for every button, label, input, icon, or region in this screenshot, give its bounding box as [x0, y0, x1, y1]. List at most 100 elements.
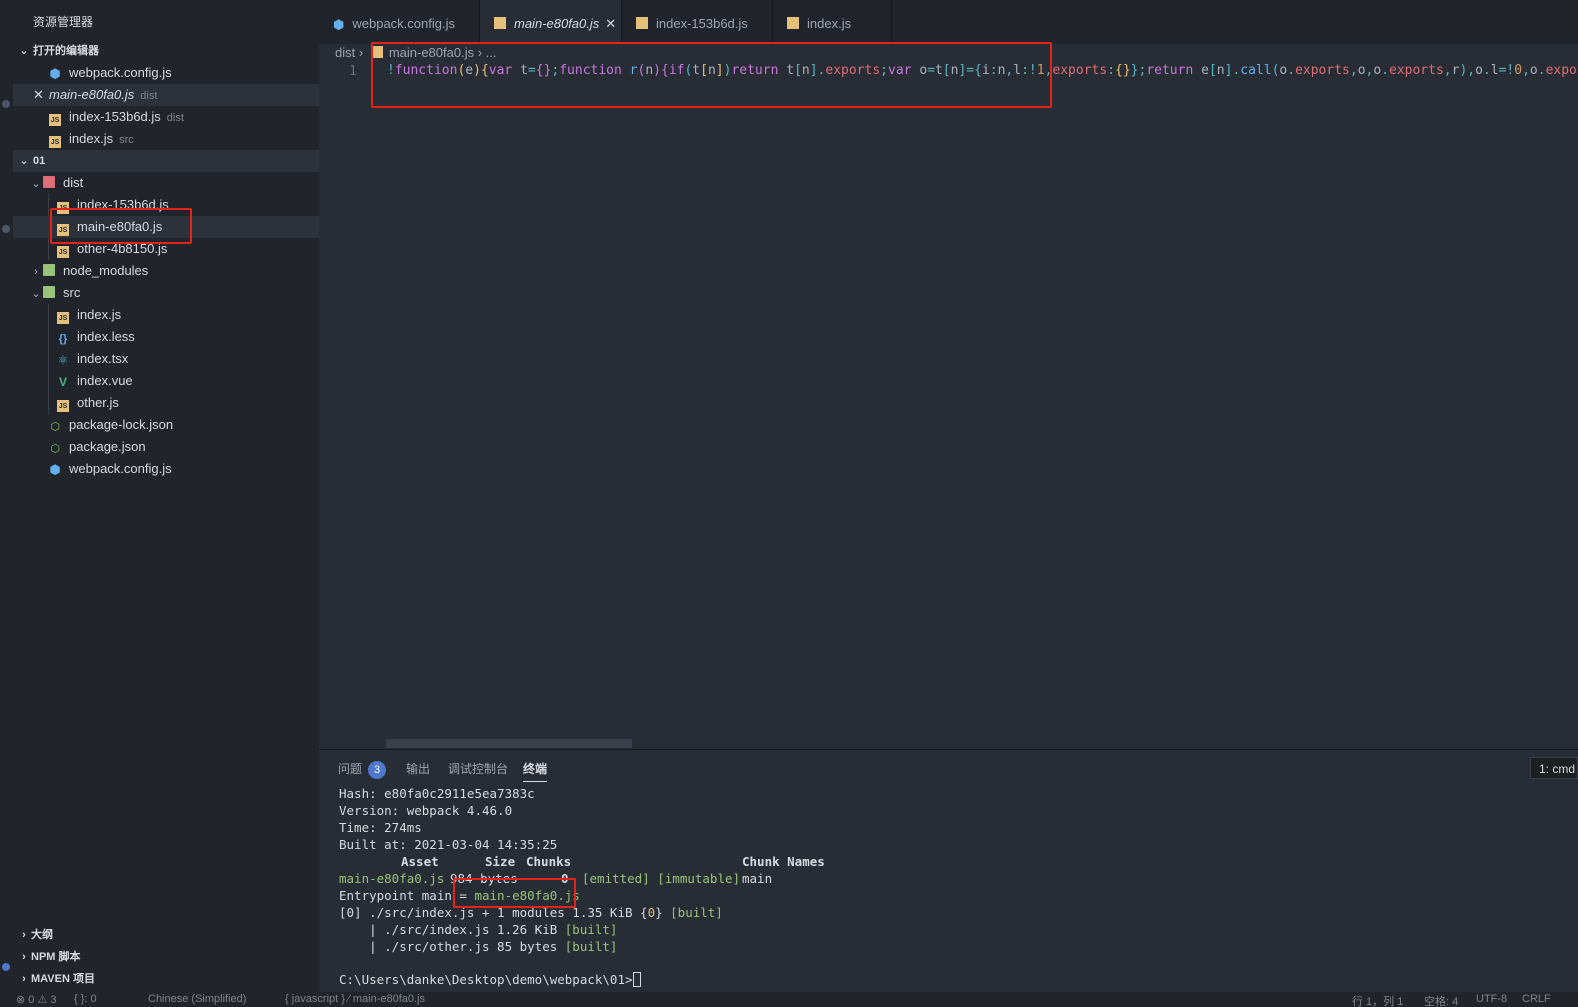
explorer-sidebar: 资源管理器 ⌄ 打开的编辑器 ⬢ webpack.config.js ✕ main-e…	[13, 0, 319, 992]
open-editor-item[interactable]: JS index-153b6d.js dist	[13, 106, 319, 128]
project-header[interactable]: ⌄ 01	[13, 150, 319, 172]
npm-scripts-header[interactable]: › NPM 脚本	[13, 946, 319, 968]
tab-output[interactable]: 输出	[406, 760, 430, 782]
terminal-prompt[interactable]: C:\Users\danke\Desktop\demo\webpack\01>	[339, 972, 641, 987]
status-problems[interactable]: ⊗ 0 ⚠ 3	[16, 993, 56, 1006]
terminal-line: Version: webpack 4.46.0	[339, 803, 513, 818]
account-icon[interactable]	[2, 963, 10, 971]
problems-count-badge: 3	[368, 761, 387, 779]
js-icon	[636, 17, 648, 29]
status-spaces[interactable]: 空格: 4	[1424, 993, 1458, 1007]
bottom-panel: 问题 3 输出 调试控制台 终端 1: cmd Hash: e80fa0c2911…	[319, 749, 1578, 992]
js-icon: JS	[57, 400, 69, 412]
chevron-down-icon: ⌄	[31, 178, 41, 190]
tab-webpack-config[interactable]: ⬢ webpack.config.js	[319, 0, 480, 44]
outline-header[interactable]: › 大纲	[13, 924, 319, 946]
chevron-right-icon: ›	[34, 266, 38, 278]
js-icon	[494, 17, 506, 29]
terminal-select[interactable]: 1: cmd	[1530, 757, 1578, 779]
tab-terminal[interactable]: 终端	[523, 760, 548, 782]
terminal-line: Time: 274ms	[339, 820, 422, 835]
breadcrumb-more[interactable]: ...	[486, 45, 497, 60]
status-eol[interactable]: CRLF	[1522, 993, 1551, 1005]
terminal-line: Hash: e80fa0c2911e5ea7383c	[339, 786, 535, 801]
terminal-asset-flags: [emitted] [immutable]	[582, 871, 741, 886]
chevron-right-icon: ›	[477, 45, 486, 60]
chevron-down-icon: ⌄	[19, 45, 29, 57]
react-icon: ⚛	[57, 353, 69, 367]
chevron-right-icon: ›	[22, 929, 26, 941]
tree-file[interactable]: JS index.js	[13, 304, 319, 326]
tree-file[interactable]: {} index.less	[13, 326, 319, 348]
tree-folder-src[interactable]: ⌄ src	[13, 282, 319, 304]
nodejs-icon: ⬡	[50, 443, 60, 455]
chevron-right-icon: ›	[22, 973, 26, 985]
code-line[interactable]: !function(e){var t={};function r(n){if(t…	[387, 63, 1578, 78]
tab-index-153b6d[interactable]: index-153b6d.js	[622, 0, 773, 44]
tree-file[interactable]: JS other.js	[13, 392, 319, 414]
chevron-down-icon: ⌄	[31, 288, 41, 300]
close-icon[interactable]: ✕	[605, 16, 616, 31]
status-language[interactable]: { javascript } ⁄ main-e80fa0.js	[285, 993, 425, 1005]
code-editor[interactable]: 1 !function(e){var t={};function r(n){if…	[319, 62, 1578, 748]
js-icon: JS	[57, 246, 69, 258]
terminal-line: Built at: 2021-03-04 14:35:25	[339, 837, 558, 852]
terminal-header-size: Size	[485, 854, 516, 869]
terminal-line: | ./src/other.js 85 bytes [built]	[339, 939, 618, 954]
open-editors-header[interactable]: ⌄ 打开的编辑器	[13, 40, 319, 62]
tree-file-selected[interactable]: JS main-e80fa0.js	[13, 216, 319, 238]
tree-file[interactable]: ⬡ package-lock.json	[13, 414, 319, 436]
open-editor-item[interactable]: ⬢ webpack.config.js	[13, 62, 319, 84]
tab-index[interactable]: index.js	[773, 0, 892, 44]
editor-tabs: ⬢ webpack.config.js main-e80fa0.js ✕ index…	[319, 0, 1578, 44]
webpack-icon: ⬢	[49, 66, 61, 81]
activity-bar	[0, 0, 13, 1007]
explorer-title: 资源管理器	[33, 15, 94, 29]
close-icon[interactable]: ✕	[33, 84, 49, 106]
tab-problems[interactable]: 问题 3	[338, 760, 387, 782]
terminal-asset-chunkname: main	[742, 871, 773, 886]
tree-file[interactable]: ⚛ index.tsx	[13, 348, 319, 370]
webpack-icon: ⬢	[49, 462, 61, 477]
terminal-header-chunks: Chunks	[526, 854, 572, 869]
activity-marker	[2, 100, 10, 108]
js-icon	[787, 17, 799, 29]
code-text: !function(e){var t={};function r(n){if(t…	[387, 63, 1578, 78]
chevron-down-icon: ⌄	[19, 155, 29, 167]
status-language-pack[interactable]: Chinese (Simplified)	[148, 993, 246, 1005]
chevron-right-icon: ›	[358, 45, 367, 60]
open-editor-item[interactable]: JS index.js src	[13, 128, 319, 150]
breadcrumb: dist › main-e80fa0.js › ...	[335, 43, 497, 63]
tree-folder-dist[interactable]: ⌄ dist	[13, 172, 319, 194]
status-position[interactable]: 行 1，列 1	[1352, 993, 1403, 1007]
maven-header[interactable]: › MAVEN 项目	[13, 968, 319, 990]
vue-icon: V	[58, 375, 67, 389]
tree-file[interactable]: JS other-4b8150.js	[13, 238, 319, 260]
activity-marker	[2, 225, 10, 233]
status-braces[interactable]: { }: 0	[74, 993, 97, 1005]
folder-icon	[43, 286, 55, 298]
js-icon: JS	[57, 312, 69, 324]
terminal-line: Entrypoint main = main-e80fa0.js	[339, 888, 580, 903]
terminal-line: | ./src/index.js 1.26 KiB [built]	[339, 922, 618, 937]
chevron-right-icon: ›	[22, 951, 26, 963]
terminal-asset-size: 984 bytes	[450, 871, 518, 886]
tab-debug-console[interactable]: 调试控制台	[448, 760, 508, 782]
js-icon: JS	[57, 202, 69, 214]
tree-folder-node-modules[interactable]: › node_modules	[13, 260, 319, 282]
line-number: 1	[349, 64, 357, 79]
terminal-cursor	[632, 972, 641, 987]
horizontal-scrollbar[interactable]	[386, 739, 632, 748]
open-editor-item[interactable]: ✕ main-e80fa0.js dist	[13, 84, 319, 106]
tree-file[interactable]: JS index-153b6d.js	[13, 194, 319, 216]
tree-file[interactable]: ⬢ webpack.config.js	[13, 458, 319, 480]
js-icon: JS	[49, 136, 61, 148]
breadcrumb-folder[interactable]: dist	[335, 45, 355, 60]
tree-file[interactable]: ⬡ package.json	[13, 436, 319, 458]
tree-file[interactable]: Vindex.vue	[13, 370, 319, 392]
js-icon: JS	[49, 114, 61, 126]
tab-main-e80fa0[interactable]: main-e80fa0.js ✕	[480, 0, 622, 44]
status-encoding[interactable]: UTF-8	[1476, 993, 1507, 1005]
nodejs-icon: ⬡	[50, 421, 60, 433]
breadcrumb-file[interactable]: main-e80fa0.js	[389, 45, 474, 60]
